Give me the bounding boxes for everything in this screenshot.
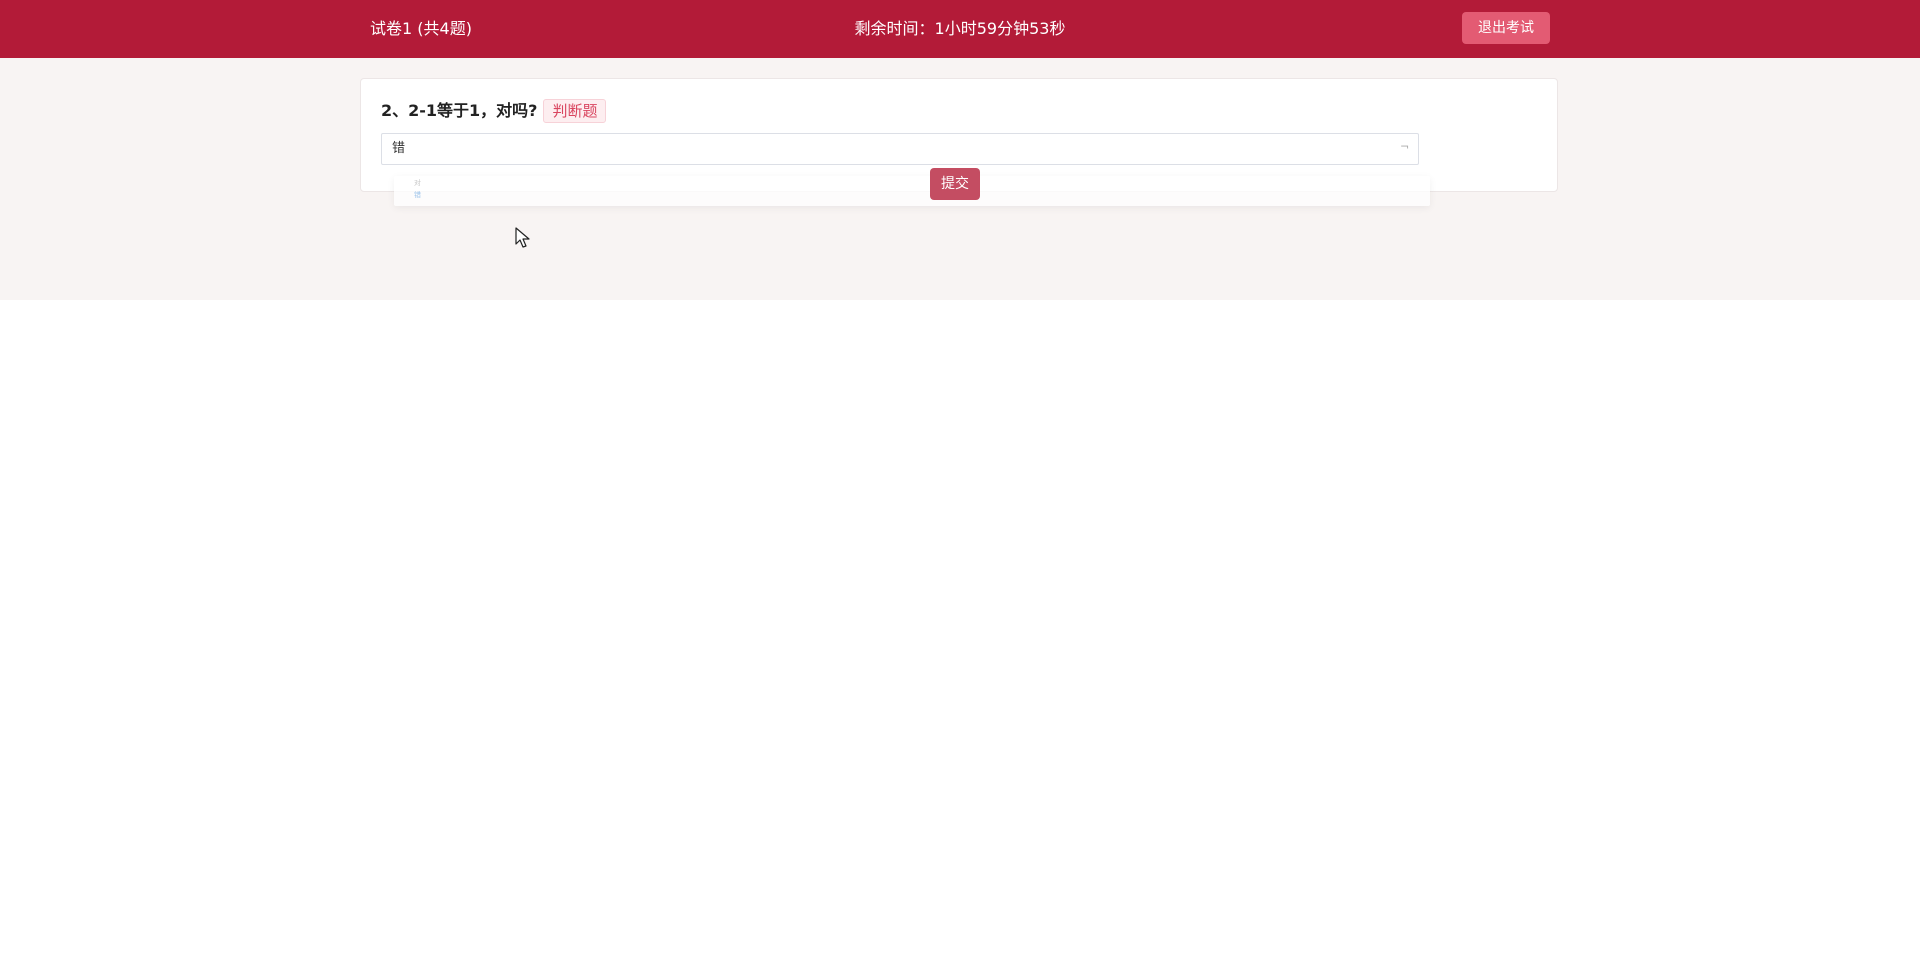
exit-exam-button[interactable]: 退出考试 xyxy=(1462,12,1550,44)
remaining-time: 剩余时间：1小时59分钟53秒 xyxy=(854,19,1066,38)
submit-button[interactable]: 提交 xyxy=(930,168,980,200)
question-header: 2、2-1等于1，对吗? 判断题 xyxy=(381,99,607,123)
mouse-cursor-icon xyxy=(515,227,530,248)
dropdown-option-false[interactable]: 错 xyxy=(414,191,421,200)
answer-dropdown-menu: 对 错 xyxy=(394,176,1430,206)
select-arrow-icon: ¬ xyxy=(1400,140,1410,153)
top-header-bar: 试卷1 (共4题) 剩余时间：1小时59分钟53秒 退出考试 xyxy=(0,0,1920,58)
question-text: 2、2-1等于1，对吗? xyxy=(381,101,538,120)
answer-select[interactable]: 错 ¬ xyxy=(381,133,1419,165)
dropdown-option-true[interactable]: 对 xyxy=(414,179,421,188)
answer-select-value: 错 xyxy=(392,141,406,156)
question-type-badge: 判断题 xyxy=(543,99,607,123)
